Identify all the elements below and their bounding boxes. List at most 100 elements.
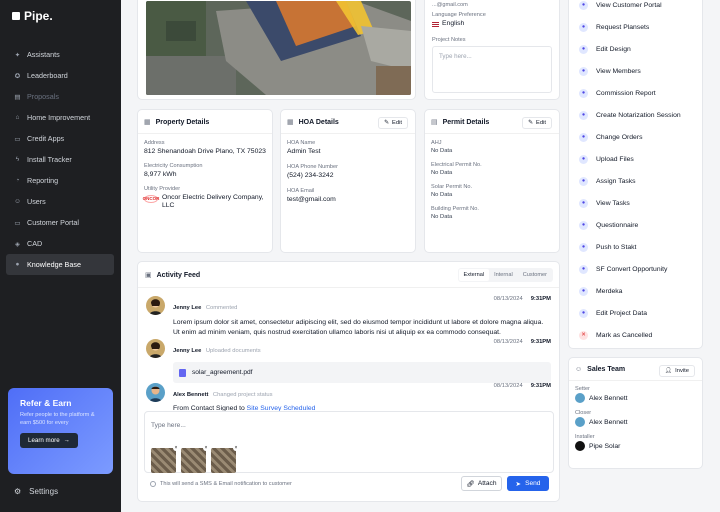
- logo-icon: [12, 12, 20, 20]
- permit-edit-button[interactable]: ✎ Edit: [522, 117, 552, 129]
- action-icon: ●: [579, 88, 588, 98]
- tab-external[interactable]: External: [458, 269, 490, 281]
- tab-internal[interactable]: Internal: [489, 269, 518, 281]
- file-attachment[interactable]: solar_agreement.pdf: [173, 362, 551, 383]
- action-questionnaire[interactable]: ● Questionnaire: [569, 214, 702, 236]
- action-icon: ●: [579, 242, 588, 252]
- close-icon[interactable]: ×: [203, 445, 209, 451]
- action-view-members[interactable]: ● View Members: [569, 60, 702, 82]
- language-label: Language Preference: [432, 12, 486, 18]
- action-push-to-stakt[interactable]: ● Push to Stakt: [569, 236, 702, 258]
- action-commission-report[interactable]: ● Commission Report: [569, 82, 702, 104]
- settings-link[interactable]: ⚙ Settings: [14, 487, 58, 496]
- app-root: Pipe. ✦ Assistants ✪ Leaderboard ▤ Proposals ⌂…: [0, 0, 720, 512]
- hoa-details-card: ▦ HOA Details ✎ Edit HOA Name Admin Test H…: [280, 109, 416, 253]
- action-icon: ●: [579, 308, 588, 318]
- action-icon: ✕: [579, 330, 588, 340]
- actions-panel: ● View Customer Portal ● Request Plansets ● E…: [568, 0, 703, 349]
- sidebar-item-customer-portal[interactable]: ▭ Customer Portal: [6, 212, 114, 233]
- comment-text: Lorem ipsum dolor sit amet, consectetur …: [173, 319, 544, 336]
- avatar: [575, 417, 585, 427]
- action-icon: ●: [579, 264, 588, 274]
- refer-card: Refer & Earn Refer people to the platfor…: [8, 388, 113, 474]
- permit-details-card: ▤ Permit Details ✎ Edit AHJ No Data Electr…: [424, 109, 560, 253]
- tab-customer[interactable]: Customer: [518, 269, 552, 281]
- action-request-plansets[interactable]: ● Request Plansets: [569, 16, 702, 38]
- oncor-logo: ONCOR: [142, 194, 160, 203]
- gear-icon: ⚙: [14, 487, 22, 496]
- notes-label: Project Notes: [432, 36, 466, 43]
- action-edit-design[interactable]: ● Edit Design: [569, 38, 702, 60]
- avatar: [146, 383, 165, 402]
- sidebar-item-assistants[interactable]: ✦ Assistants: [6, 44, 114, 65]
- activity-feed-card: ▣ Activity Feed External Internal Customer …: [137, 261, 560, 502]
- sidebar-item-users[interactable]: ☺ Users: [6, 191, 114, 212]
- image-thumbnail[interactable]: ×: [211, 445, 239, 473]
- action-create-notarization-session[interactable]: ● Create Notarization Session: [569, 104, 702, 126]
- sidebar-item-proposals[interactable]: ▤ Proposals: [6, 86, 114, 107]
- language-value[interactable]: English: [432, 20, 552, 29]
- pipe-solar-logo: [575, 441, 585, 451]
- notes-textarea[interactable]: Type here...: [432, 45, 552, 93]
- address-value: 812 Shenandoah Drive Plano, TX 75023: [144, 148, 266, 155]
- action-merdeka[interactable]: ● Merdeka: [569, 280, 702, 302]
- pin-icon: ●: [15, 261, 20, 268]
- card-icon: ▭: [14, 135, 21, 143]
- file-icon: [179, 368, 186, 377]
- action-icon: ●: [579, 44, 588, 54]
- building-icon: ▦: [144, 119, 151, 126]
- action-assign-tasks[interactable]: ● Assign Tasks: [569, 170, 702, 192]
- feed-tabs: External Internal Customer: [457, 268, 553, 282]
- action-view-tasks[interactable]: ● View Tasks: [569, 192, 702, 214]
- close-icon[interactable]: ×: [173, 445, 179, 451]
- comment-input[interactable]: Type here...: [151, 422, 186, 429]
- image-thumbnail[interactable]: ×: [181, 445, 209, 473]
- chart-icon: ◔: [15, 177, 20, 184]
- sales-team-card: ☺ Sales Team 👤︎ Invite Setter Alex Bennett…: [568, 357, 703, 469]
- property-details-card: ▦ Property Details Address 812 Shenandoah…: [137, 109, 273, 253]
- image-thumbnail[interactable]: ×: [151, 445, 179, 473]
- sidebar: Pipe. ✦ Assistants ✪ Leaderboard ▤ Proposals ⌂…: [0, 0, 121, 512]
- action-upload-files[interactable]: ● Upload Files: [569, 148, 702, 170]
- arrow-right-icon: →: [63, 437, 70, 445]
- action-icon: ●: [579, 154, 588, 164]
- send-button[interactable]: ➤ Send: [507, 476, 549, 491]
- close-icon[interactable]: ×: [233, 445, 239, 451]
- action-change-orders[interactable]: ● Change Orders: [569, 126, 702, 148]
- pencil-icon: ✎: [528, 120, 533, 126]
- action-sf-convert-opportunity[interactable]: ● SF Convert Opportunity: [569, 258, 702, 280]
- avatar: [146, 296, 165, 315]
- avatar: [146, 339, 165, 358]
- sidebar-item-install-tracker[interactable]: ϟ Install Tracker: [6, 149, 114, 170]
- sidebar-item-knowledge-base[interactable]: ● Knowledge Base: [6, 254, 114, 275]
- user-plus-icon: 👤︎: [664, 368, 673, 374]
- comment-composer: Type here... × × ×: [144, 411, 554, 473]
- action-icon: ●: [579, 66, 588, 76]
- sidebar-item-credit-apps[interactable]: ▭ Credit Apps: [6, 128, 114, 149]
- action-mark-as-cancelled[interactable]: ✕ Mark as Cancelled: [569, 324, 702, 346]
- trophy-icon: ✪: [14, 72, 21, 80]
- invite-button[interactable]: 👤︎ Invite: [658, 365, 695, 377]
- info-icon: [150, 481, 156, 487]
- email-partial: ...@gmail.com: [432, 2, 468, 8]
- sidebar-item-cad[interactable]: ◈ CAD: [6, 233, 114, 254]
- hoa-edit-button[interactable]: ✎ Edit: [378, 117, 408, 129]
- roof-image-card: [137, 0, 416, 100]
- action-icon: ●: [579, 198, 588, 208]
- action-view-customer-portal[interactable]: ● View Customer Portal: [569, 0, 702, 16]
- sidebar-item-home-improvement[interactable]: ⌂ Home Improvement: [6, 107, 114, 128]
- send-icon: ➤: [515, 480, 522, 488]
- feed-item: Alex Bennett Changed project status 08/1…: [146, 383, 556, 412]
- sparkle-icon: ✦: [14, 51, 21, 59]
- feed-item: Jenny Lee Uploaded documents 08/13/2024 9…: [146, 339, 556, 383]
- chat-icon: ▣: [145, 272, 152, 279]
- sidebar-item-reporting[interactable]: ◔ Reporting: [6, 170, 114, 191]
- sidebar-item-leaderboard[interactable]: ✪ Leaderboard: [6, 65, 114, 86]
- paperclip-icon: 🔗︎: [466, 480, 475, 488]
- action-icon: ●: [579, 0, 588, 10]
- action-edit-project-data[interactable]: ● Edit Project Data: [569, 302, 702, 324]
- monitor-icon: ▭: [14, 219, 21, 227]
- learn-more-button[interactable]: Learn more →: [20, 433, 78, 449]
- attach-button[interactable]: 🔗︎ Attach: [461, 476, 502, 491]
- brand-logo[interactable]: Pipe.: [12, 9, 53, 23]
